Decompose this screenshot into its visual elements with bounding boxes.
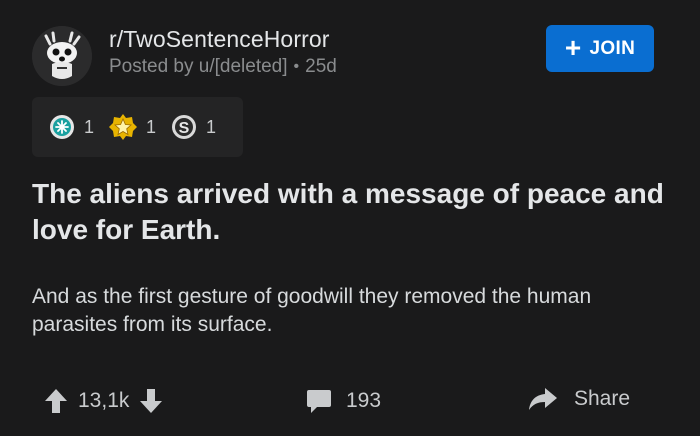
comment-bubble-icon [307, 390, 331, 413]
upvote-button[interactable] [44, 388, 68, 414]
award-gold-star[interactable]: 1 [108, 112, 156, 142]
subreddit-name[interactable]: r/TwoSentenceHorror [109, 26, 330, 53]
plus-icon: + [564, 31, 582, 63]
awards-panel[interactable]: 1 1 S 1 [32, 97, 243, 157]
post-age: 25d [305, 56, 337, 77]
award-count: 1 [146, 116, 157, 137]
comments-button[interactable]: 193 [306, 388, 381, 414]
downvote-button[interactable] [139, 388, 163, 414]
award-silver[interactable]: S 1 [170, 113, 216, 141]
helpful-award-icon [50, 115, 74, 139]
meta-separator: • [293, 58, 300, 75]
post-title[interactable]: The aliens arrived with a message of pea… [32, 176, 682, 248]
subreddit-avatar[interactable] [32, 26, 92, 86]
comment-count: 193 [346, 389, 382, 412]
join-button[interactable]: + JOIN [546, 25, 654, 72]
join-label: JOIN [589, 37, 636, 59]
upvote-arrow-icon [45, 389, 67, 413]
ghost-icon [32, 26, 92, 86]
silver-award-icon: S [172, 115, 197, 139]
award-count: 1 [84, 116, 95, 137]
vote-controls: 13,1k [44, 388, 163, 414]
vote-score: 13,1k [78, 389, 130, 412]
post-card: r/TwoSentenceHorror Posted by u/[deleted… [0, 0, 700, 436]
award-count: 1 [206, 116, 217, 137]
share-arrow-icon [529, 388, 557, 410]
share-button[interactable]: Share [528, 386, 630, 412]
award-helpful[interactable]: 1 [48, 113, 94, 141]
downvote-arrow-icon [140, 389, 163, 413]
posted-by[interactable]: Posted by u/[deleted] [109, 56, 288, 78]
gold-star-award-icon [109, 114, 138, 140]
post-body: And as the first gesture of goodwill the… [32, 285, 592, 336]
post-footer: 13,1k 193 Share [0, 378, 700, 426]
svg-text:S: S [179, 120, 190, 137]
post-meta: Posted by u/[deleted] • 25d [109, 56, 337, 78]
share-label: Share [574, 387, 631, 410]
